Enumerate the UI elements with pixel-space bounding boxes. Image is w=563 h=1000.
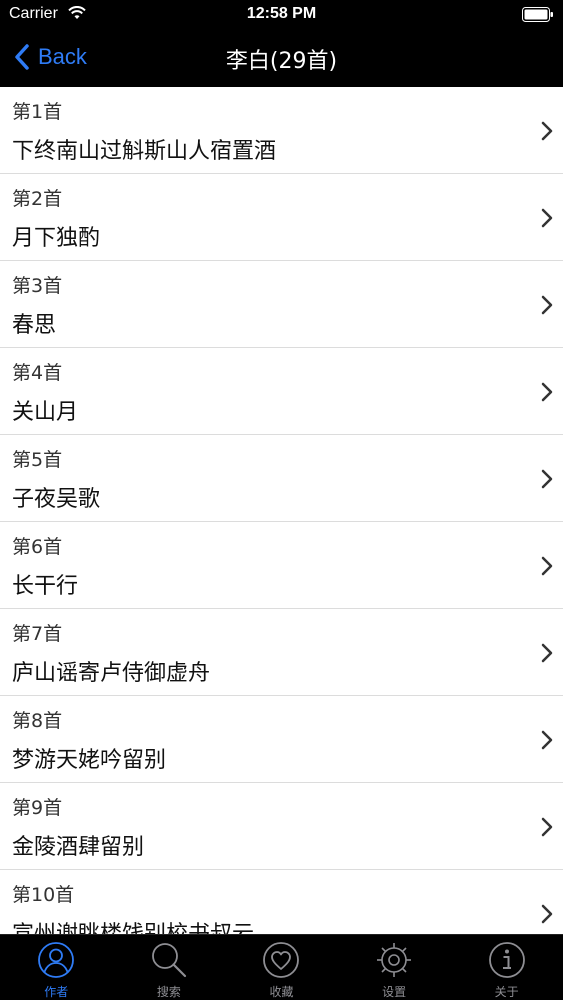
poem-title: 长干行	[12, 574, 79, 599]
poem-title: 梦游天姥吟留别	[12, 748, 167, 773]
chevron-right-icon	[541, 382, 553, 402]
chevron-right-icon	[541, 817, 553, 837]
list-item[interactable]: 第6首 长干行	[0, 522, 563, 609]
battery-icon	[522, 7, 553, 22]
chevron-right-icon	[541, 730, 553, 750]
clock: 12:58 PM	[246, 5, 317, 22]
tab-label: 作者	[44, 985, 69, 999]
poem-index: 第8首	[12, 710, 63, 732]
list-item[interactable]: 第1首 下终南山过斛斯山人宿置酒	[0, 87, 563, 174]
page-title: 李白(29首)	[225, 49, 338, 74]
poem-index: 第3首	[12, 275, 63, 297]
chevron-right-icon	[541, 121, 553, 141]
tab-author[interactable]: 作者	[0, 935, 113, 1000]
status-bar: Carrier 12:58 PM	[0, 0, 563, 30]
list-item[interactable]: 第9首 金陵酒肆留别	[0, 783, 563, 870]
poem-index: 第4首	[12, 362, 63, 384]
tab-settings[interactable]: 设置	[338, 935, 451, 1000]
poem-title: 庐山谣寄卢侍御虚舟	[12, 661, 211, 686]
poem-title: 关山月	[12, 400, 79, 425]
chevron-right-icon	[541, 208, 553, 228]
gear-icon	[377, 943, 412, 977]
chevron-right-icon	[541, 295, 553, 315]
list-item[interactable]: 第8首 梦游天姥吟留别	[0, 696, 563, 783]
list-item[interactable]: 第4首 关山月	[0, 348, 563, 435]
poem-index: 第5首	[12, 449, 63, 471]
poem-title: 金陵酒肆留别	[12, 835, 145, 860]
tab-about[interactable]: 关于	[450, 935, 563, 1000]
poem-title: 下终南山过斛斯山人宿置酒	[12, 139, 277, 164]
search-icon	[151, 943, 186, 978]
list-item[interactable]: 第7首 庐山谣寄卢侍御虚舟	[0, 609, 563, 696]
poem-title: 月下独酌	[12, 226, 101, 251]
list-item[interactable]: 第3首 春思	[0, 261, 563, 348]
tab-favorites[interactable]: 收藏	[225, 935, 338, 1000]
poem-index: 第2首	[12, 188, 63, 210]
poem-title: 春思	[12, 313, 57, 338]
navigation-bar: Back 李白(29首)	[0, 30, 563, 87]
tab-label: 搜索	[156, 985, 181, 999]
poem-index: 第1首	[12, 101, 63, 123]
poem-index: 第7首	[12, 623, 63, 645]
tab-search[interactable]: 搜索	[113, 935, 226, 1000]
poem-index: 第6首	[12, 536, 63, 558]
chevron-right-icon	[541, 904, 553, 924]
chevron-right-icon	[541, 556, 553, 576]
tab-bar: 作者 搜索 收藏 设置 关于	[0, 934, 563, 1000]
heart-icon	[263, 942, 300, 978]
list-item[interactable]: 第2首 月下独酌	[0, 174, 563, 261]
poem-title: 宣州谢眺楼饯别校书叔云	[12, 916, 254, 934]
poem-index: 第10首	[12, 884, 75, 906]
chevron-right-icon	[541, 469, 553, 489]
poem-title: 子夜吴歌	[12, 487, 101, 512]
list-item[interactable]: 第5首 子夜吴歌	[0, 435, 563, 522]
chevron-right-icon	[541, 643, 553, 663]
poem-index: 第9首	[12, 797, 63, 819]
tab-label: 收藏	[269, 985, 294, 999]
person-icon	[38, 942, 75, 978]
poem-list: 第1首 下终南山过斛斯山人宿置酒 第2首 月下独酌 第3首 春思 第4首 关山月…	[0, 87, 563, 934]
info-icon	[488, 942, 525, 978]
tab-label: 设置	[382, 985, 407, 999]
list-item[interactable]: 第10首 宣州谢眺楼饯别校书叔云	[0, 870, 563, 934]
tab-label: 关于	[494, 985, 519, 999]
